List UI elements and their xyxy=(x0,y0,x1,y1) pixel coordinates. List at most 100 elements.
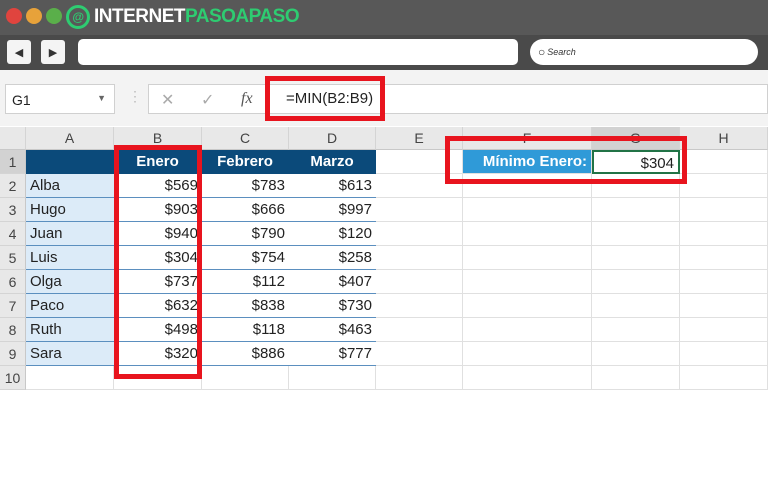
arrow-left-icon: ◀ xyxy=(14,46,24,59)
name-cell[interactable]: Ruth xyxy=(26,318,114,342)
cell[interactable] xyxy=(289,366,376,390)
cancel-icon[interactable]: ✕ xyxy=(161,90,174,110)
cell[interactable] xyxy=(680,342,768,366)
row-header-7[interactable]: 7 xyxy=(0,294,26,318)
search-input[interactable]: ○ Search xyxy=(530,39,758,65)
row-header-5[interactable]: 5 xyxy=(0,246,26,270)
cell[interactable] xyxy=(680,246,768,270)
minimize-window-button[interactable] xyxy=(26,8,42,24)
name-cell[interactable]: Luis xyxy=(26,246,114,270)
cell[interactable] xyxy=(592,270,680,294)
cell[interactable] xyxy=(463,222,592,246)
value-cell[interactable]: $112 xyxy=(202,270,289,294)
value-cell[interactable]: $120 xyxy=(289,222,376,246)
cell[interactable] xyxy=(376,366,463,390)
name-cell[interactable]: Paco xyxy=(26,294,114,318)
column-header-h[interactable]: H xyxy=(680,127,768,150)
row-header-8[interactable]: 8 xyxy=(0,318,26,342)
column-header-c[interactable]: C xyxy=(202,127,289,150)
cell[interactable] xyxy=(680,318,768,342)
chevron-down-icon[interactable]: ▼ xyxy=(97,93,106,103)
cell[interactable] xyxy=(463,198,592,222)
value-cell[interactable]: $886 xyxy=(202,342,289,366)
value-cell[interactable]: $407 xyxy=(289,270,376,294)
cell[interactable] xyxy=(680,270,768,294)
cell[interactable] xyxy=(592,198,680,222)
cell[interactable] xyxy=(463,270,592,294)
column-header-a[interactable]: A xyxy=(26,127,114,150)
cell[interactable] xyxy=(376,318,463,342)
value-cell[interactable]: $838 xyxy=(202,294,289,318)
cell[interactable] xyxy=(592,222,680,246)
column-header-d[interactable]: D xyxy=(289,127,376,150)
table-header[interactable]: Febrero xyxy=(202,150,289,174)
row-header-10[interactable]: 10 xyxy=(0,366,26,390)
address-bar[interactable] xyxy=(78,39,518,65)
row-header-1[interactable]: 1 xyxy=(0,150,26,174)
cell[interactable] xyxy=(680,198,768,222)
table-header[interactable]: Marzo xyxy=(289,150,376,174)
value-cell[interactable]: $613 xyxy=(289,174,376,198)
formula-input[interactable]: ✕ ✓ fx xyxy=(148,84,768,114)
value-cell[interactable]: $118 xyxy=(202,318,289,342)
name-cell[interactable]: Alba xyxy=(26,174,114,198)
value-cell[interactable]: $463 xyxy=(289,318,376,342)
cell[interactable] xyxy=(463,318,592,342)
select-all-button[interactable] xyxy=(0,127,26,150)
value-cell[interactable]: $666 xyxy=(202,198,289,222)
cell[interactable] xyxy=(680,222,768,246)
value-cell[interactable]: $783 xyxy=(202,174,289,198)
row-header-6[interactable]: 6 xyxy=(0,270,26,294)
value-cell[interactable]: $777 xyxy=(289,342,376,366)
cell[interactable] xyxy=(376,198,463,222)
name-cell[interactable]: Olga xyxy=(26,270,114,294)
confirm-icon[interactable]: ✓ xyxy=(201,90,214,110)
cell[interactable] xyxy=(463,294,592,318)
value-cell[interactable]: $258 xyxy=(289,246,376,270)
name-cell[interactable]: Sara xyxy=(26,342,114,366)
cell[interactable] xyxy=(463,342,592,366)
cell[interactable] xyxy=(680,366,768,390)
value-cell[interactable]: $790 xyxy=(202,222,289,246)
row-header-4[interactable]: 4 xyxy=(0,222,26,246)
table-header[interactable] xyxy=(26,150,114,174)
title-bar: @ INTERNET PASOAPASO xyxy=(0,0,768,35)
cell[interactable] xyxy=(202,366,289,390)
row-header-3[interactable]: 3 xyxy=(0,198,26,222)
name-cell[interactable]: Hugo xyxy=(26,198,114,222)
cell[interactable] xyxy=(592,246,680,270)
column-b-highlight xyxy=(114,145,202,379)
cell[interactable] xyxy=(463,366,592,390)
cell[interactable] xyxy=(26,366,114,390)
cell[interactable] xyxy=(680,174,768,198)
cell[interactable] xyxy=(680,294,768,318)
cell[interactable] xyxy=(680,150,768,174)
value-cell[interactable]: $754 xyxy=(202,246,289,270)
value-cell[interactable]: $997 xyxy=(289,198,376,222)
maximize-window-button[interactable] xyxy=(46,8,62,24)
cell[interactable] xyxy=(376,294,463,318)
cell[interactable] xyxy=(376,270,463,294)
forward-button[interactable]: ▶ xyxy=(41,40,65,64)
name-box-value: G1 xyxy=(12,92,31,108)
cell[interactable] xyxy=(592,342,680,366)
back-button[interactable]: ◀ xyxy=(7,40,31,64)
result-highlight xyxy=(445,136,687,184)
name-box[interactable]: G1 ▼ xyxy=(5,84,115,114)
name-cell[interactable]: Juan xyxy=(26,222,114,246)
cell[interactable] xyxy=(463,246,592,270)
cell[interactable] xyxy=(592,318,680,342)
function-icon[interactable]: fx xyxy=(241,90,253,108)
cell[interactable] xyxy=(376,342,463,366)
close-window-button[interactable] xyxy=(6,8,22,24)
row-header-2[interactable]: 2 xyxy=(0,174,26,198)
cell[interactable] xyxy=(376,222,463,246)
logo-icon: @ xyxy=(66,5,90,29)
cell[interactable] xyxy=(376,246,463,270)
row-header-9[interactable]: 9 xyxy=(0,342,26,366)
value-cell[interactable]: $730 xyxy=(289,294,376,318)
drag-handle-icon[interactable]: ⋮ xyxy=(128,88,142,105)
cell[interactable] xyxy=(592,294,680,318)
logo-text: INTERNET xyxy=(94,6,186,27)
cell[interactable] xyxy=(592,366,680,390)
